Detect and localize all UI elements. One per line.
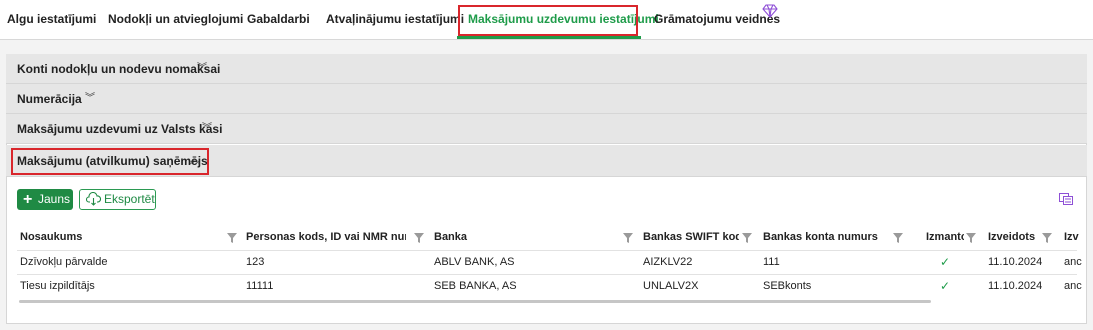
header-divider <box>17 250 1077 251</box>
section-label: Konti nodokļu un nodevu nomaksai <box>17 62 221 76</box>
column-header-konta-numurs[interactable]: Bankas konta numurs <box>763 227 883 247</box>
section-label: Maksājumu uzdevumi uz Valsts kasi <box>17 122 223 136</box>
cell-bank: SEB BANKA, AS <box>434 280 517 292</box>
chevron-down-icon: ︾ <box>202 123 212 134</box>
cell-swift: UNLALV2X <box>643 280 699 292</box>
cell-code: 11111 <box>246 280 274 292</box>
column-header-izv[interactable]: Izv <box>1064 227 1084 247</box>
cell-name: Dzīvokļu pārvalde <box>20 256 108 268</box>
section-valsts-kasi[interactable]: Maksājumu uzdevumi uz Valsts kasi ︾ <box>6 114 1087 144</box>
plus-icon: + <box>23 191 33 208</box>
diamond-icon <box>762 4 778 18</box>
cell-account: 111 <box>763 256 780 268</box>
column-header-izmantot[interactable]: Izmantot <box>926 227 964 247</box>
section-highlight-box <box>11 148 209 175</box>
cell-creator: anc <box>1064 256 1082 268</box>
column-header-banka[interactable]: Banka <box>434 227 614 247</box>
cell-created: 11.10.2024 <box>988 256 1043 268</box>
filter-icon[interactable] <box>1042 233 1052 243</box>
add-new-label: Jauns <box>38 192 71 206</box>
section-numeracija[interactable]: Numerācija ︾ <box>6 84 1087 114</box>
filter-icon[interactable] <box>227 233 237 243</box>
cell-bank: ABLV BANK, AS <box>434 256 515 268</box>
column-header-swift[interactable]: Bankas SWIFT kods <box>643 227 739 247</box>
column-header-personas-kods[interactable]: Personas kods, ID vai NMR numurs <box>246 227 406 247</box>
chevron-down-icon: ︾ <box>85 93 95 104</box>
column-header-izveidots[interactable]: Izveidots <box>988 227 1038 247</box>
cell-name: Tiesu izpildītājs <box>20 280 95 292</box>
active-tab-indicator <box>457 36 641 39</box>
chevron-down-icon: ︾ <box>197 63 207 74</box>
filter-icon[interactable] <box>966 233 976 243</box>
cell-account: SEBkonts <box>763 280 812 292</box>
checkmark-icon: ✓ <box>940 279 951 293</box>
column-header-nosaukums[interactable]: Nosaukums <box>20 227 220 247</box>
filter-icon[interactable] <box>893 233 903 243</box>
add-new-button[interactable]: + Jauns <box>17 189 73 210</box>
tab-gabaldarbi[interactable]: Gabaldarbi <box>247 0 310 39</box>
section-label: Numerācija <box>17 92 82 106</box>
export-button[interactable]: Eksportēt <box>79 189 156 210</box>
checkmark-icon: ✓ <box>940 255 951 269</box>
tab-atvalinajumu[interactable]: Atvaļinājumu iestatījumi <box>326 0 464 39</box>
filter-icon[interactable] <box>414 233 424 243</box>
horizontal-scrollbar[interactable] <box>19 300 931 303</box>
column-chooser-icon[interactable] <box>1059 193 1073 205</box>
cell-swift: AIZKLV22 <box>643 256 693 268</box>
cell-code: 123 <box>246 256 265 268</box>
export-label: Eksportēt <box>104 192 155 206</box>
filter-icon[interactable] <box>623 233 633 243</box>
tab-nodokli[interactable]: Nodokļi un atvieglojumi <box>108 0 243 39</box>
cell-creator: anc <box>1064 280 1082 292</box>
section-konti-nodoklu[interactable]: Konti nodokļu un nodevu nomaksai ︾ <box>6 54 1087 84</box>
tab-algu-iestatijumi[interactable]: Algu iestatījumi <box>7 0 96 39</box>
tab-highlight-box <box>458 5 638 36</box>
row-divider <box>17 274 1077 275</box>
cell-created: 11.10.2024 <box>988 280 1043 292</box>
cloud-download-icon <box>86 192 101 206</box>
filter-icon[interactable] <box>742 233 752 243</box>
